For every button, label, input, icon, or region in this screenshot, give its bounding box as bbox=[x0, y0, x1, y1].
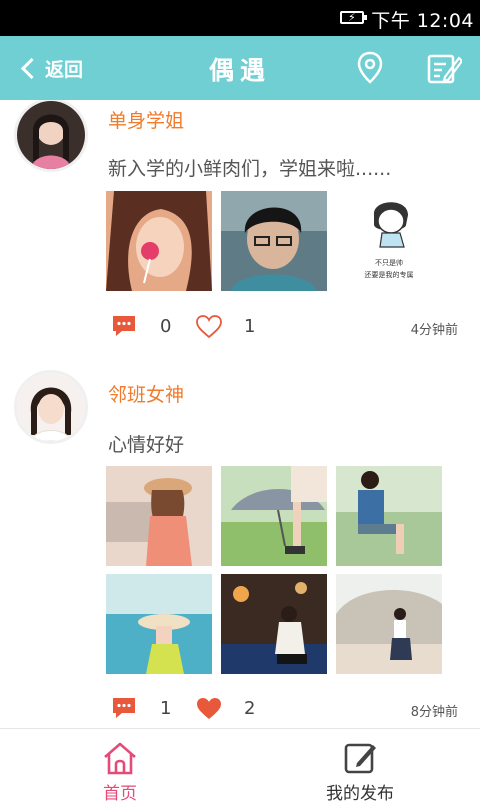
heart-outline-icon[interactable] bbox=[196, 315, 222, 339]
post-photo[interactable] bbox=[106, 574, 212, 674]
tab-my-posts[interactable]: 我的发布 bbox=[240, 729, 480, 804]
battery-icon: ⚡ bbox=[340, 11, 367, 24]
comment-icon[interactable] bbox=[112, 315, 136, 337]
post-content: 心情好好 bbox=[108, 434, 185, 456]
post-actions: 0 1 4分钟前 bbox=[108, 313, 458, 343]
post-content: 新入学的小鲜肉们，学姐来啦...... bbox=[108, 158, 392, 180]
edit-icon bbox=[344, 743, 376, 774]
post-username[interactable]: 邻班女神 bbox=[108, 380, 184, 407]
post-photo[interactable] bbox=[221, 191, 327, 291]
post-photo[interactable] bbox=[336, 466, 442, 566]
avatar[interactable] bbox=[14, 100, 88, 172]
feed-list[interactable]: 单身学姐 新入学的小鲜肉们，学姐来啦...... 不只是帅 还要是我的专属 0 … bbox=[0, 100, 480, 728]
location-pin-icon[interactable] bbox=[352, 50, 388, 86]
tab-home[interactable]: 首页 bbox=[0, 729, 240, 804]
app-header: 返回 偶遇 bbox=[0, 36, 480, 100]
tab-my-posts-label: 我的发布 bbox=[326, 784, 394, 804]
post-photo[interactable] bbox=[336, 574, 442, 674]
sketch-caption: 还要是我的专属 bbox=[365, 270, 414, 279]
page-title: 偶遇 bbox=[208, 56, 271, 85]
post-photo[interactable] bbox=[221, 466, 327, 566]
comment-count: 1 bbox=[160, 698, 172, 719]
comment-icon[interactable] bbox=[112, 697, 136, 719]
post-time: 4分钟前 bbox=[410, 323, 458, 338]
status-time: 下午 12:04 bbox=[371, 10, 474, 32]
post-username[interactable]: 单身学姐 bbox=[108, 106, 184, 133]
post-time: 8分钟前 bbox=[410, 705, 458, 720]
comment-count: 0 bbox=[160, 316, 172, 337]
like-count: 2 bbox=[244, 698, 256, 719]
post-actions: 1 2 8分钟前 bbox=[108, 695, 458, 725]
status-bar: ⚡ 下午 12:04 bbox=[0, 0, 480, 36]
like-count: 1 bbox=[244, 316, 256, 337]
avatar[interactable] bbox=[14, 370, 88, 444]
post-photo[interactable] bbox=[106, 466, 212, 566]
post-photo[interactable]: 不只是帅 还要是我的专属 bbox=[336, 191, 442, 291]
heart-filled-icon[interactable] bbox=[196, 697, 222, 721]
post-photo[interactable] bbox=[221, 574, 327, 674]
bottom-nav: 首页 我的发布 bbox=[0, 728, 480, 804]
post-photo[interactable] bbox=[106, 191, 212, 291]
compose-icon[interactable] bbox=[426, 50, 462, 86]
tab-home-label: 首页 bbox=[103, 784, 137, 804]
home-icon bbox=[104, 742, 136, 775]
post-item: 邻班女神 心情好好 1 2 8分钟前 bbox=[0, 368, 480, 728]
sketch-caption: 不只是帅 bbox=[375, 258, 403, 267]
post-item: 单身学姐 新入学的小鲜肉们，学姐来啦...... 不只是帅 还要是我的专属 0 … bbox=[0, 100, 480, 360]
